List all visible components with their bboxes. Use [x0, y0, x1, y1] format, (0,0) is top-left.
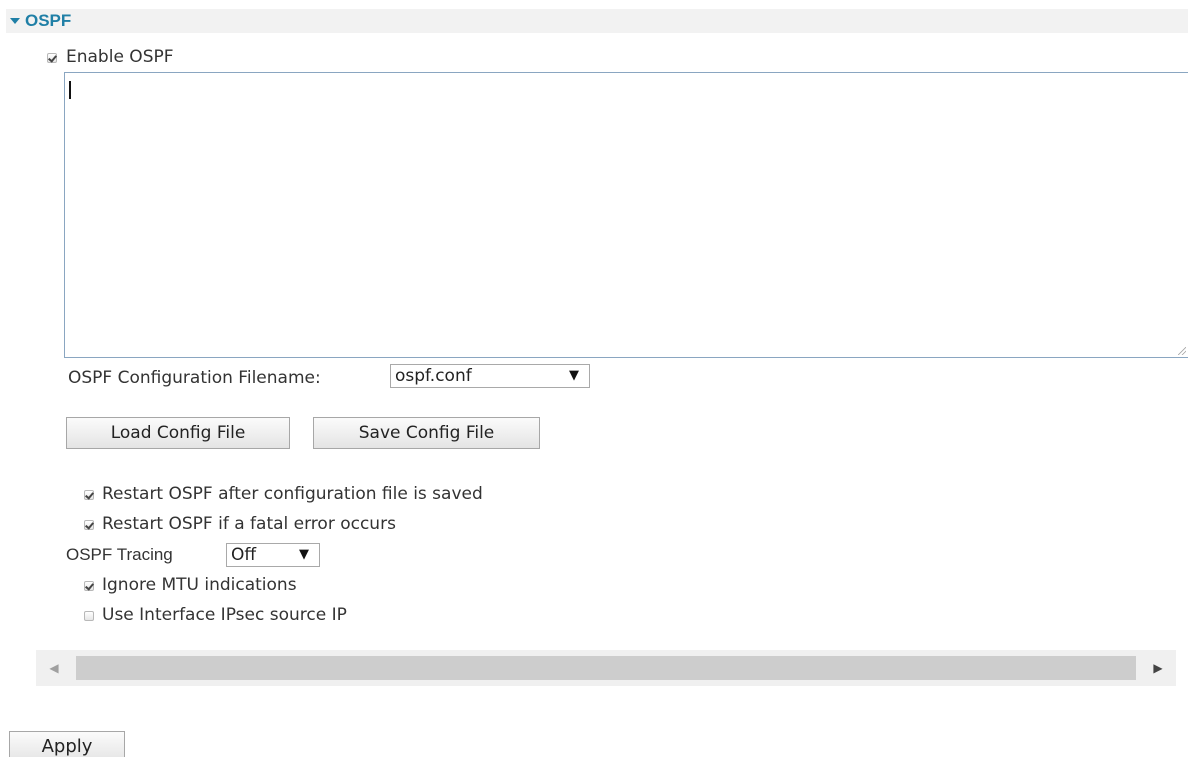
ospf-section-header[interactable]: OSPF: [6, 9, 1188, 33]
ospf-tracing-value: Off: [231, 545, 257, 565]
restart-after-save-checkbox[interactable]: [84, 490, 94, 500]
restart-on-fatal-label: Restart OSPF if a fatal error occurs: [102, 514, 396, 534]
ignore-mtu-label: Ignore MTU indications: [102, 575, 297, 595]
config-filename-value: ospf.conf: [395, 366, 472, 386]
restart-after-save-label: Restart OSPF after configuration file is…: [102, 484, 483, 504]
dropdown-arrow-icon: ▼: [569, 368, 579, 383]
use-ipsec-source-ip-label: Use Interface IPsec source IP: [102, 605, 347, 625]
restart-on-fatal-checkbox[interactable]: [84, 520, 94, 530]
enable-ospf-checkbox[interactable]: [47, 53, 57, 63]
config-filename-label: OSPF Configuration Filename:: [68, 368, 321, 388]
resize-grip-icon[interactable]: [1178, 347, 1186, 355]
apply-button[interactable]: Apply: [9, 731, 125, 757]
use-ipsec-source-ip-checkbox[interactable]: [84, 611, 94, 621]
ospf-tracing-select[interactable]: Off ▼: [226, 543, 320, 567]
ignore-mtu-checkbox[interactable]: [84, 581, 94, 591]
ospf-config-textarea[interactable]: [64, 72, 1188, 358]
text-caret: [69, 81, 71, 99]
scroll-left-icon[interactable]: ◀: [36, 650, 72, 686]
load-config-file-button[interactable]: Load Config File: [66, 417, 290, 449]
section-title: OSPF: [25, 11, 72, 30]
ospf-tracing-label: OSPF Tracing: [66, 545, 173, 564]
horizontal-scrollbar[interactable]: ◀ ▶: [36, 650, 1176, 686]
config-filename-select[interactable]: ospf.conf ▼: [390, 364, 590, 388]
dropdown-arrow-icon: ▼: [299, 547, 309, 562]
save-config-file-button[interactable]: Save Config File: [313, 417, 540, 449]
page: OSPF Enable OSPF OSPF Configuration File…: [0, 0, 1188, 757]
caret-down-icon[interactable]: [10, 18, 20, 24]
scroll-right-icon[interactable]: ▶: [1140, 650, 1176, 686]
enable-ospf-label: Enable OSPF: [66, 47, 174, 67]
scrollbar-thumb[interactable]: [76, 656, 1136, 680]
